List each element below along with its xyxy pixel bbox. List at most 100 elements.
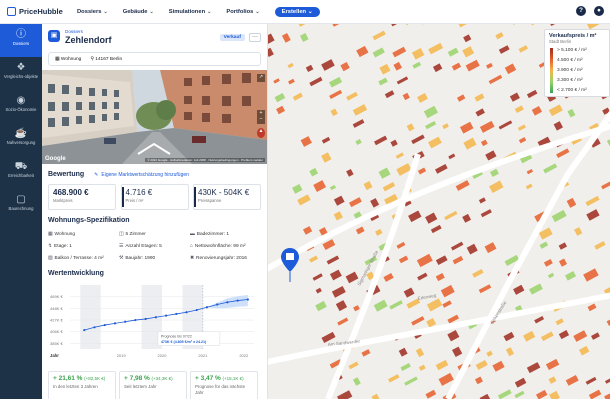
add-estimate-link[interactable]: Eigene Marktwertschätzung hinzufügen <box>101 172 189 178</box>
menu-simulationen[interactable]: Simulationen ⌄ <box>169 9 212 15</box>
property-type: Wohnung <box>60 56 82 62</box>
sidebar: ⓘ Dossiers ❖ Vergleichs-objekte ◉ Sozio-… <box>0 24 42 399</box>
map-building <box>415 347 425 358</box>
menu-dossiers[interactable]: Dossiers ⌄ <box>77 9 108 15</box>
map-building <box>411 48 425 60</box>
price-legend[interactable]: Verkaufspreis / m² Stadt Berlin > 5.100 … <box>544 29 610 97</box>
sidebar-item-soziooekonomie[interactable]: ◉ Sozio-Ökonomie <box>0 90 42 123</box>
map-view[interactable]: Sigmaringer Straße Erlenweg Birkenstraße… <box>268 24 610 399</box>
sidebar-item-erreichbarkeit[interactable]: ⛟ Erreichbarkeit <box>0 156 42 189</box>
map-building <box>566 197 577 208</box>
price-per-sqm-value: 4.716 € <box>125 188 153 197</box>
map-building <box>604 378 610 384</box>
map-building <box>479 393 491 399</box>
map-building <box>315 287 322 294</box>
zoom-controls-icon[interactable]: + – <box>257 110 265 124</box>
balcony-icon: ▧ <box>48 256 53 261</box>
map-building <box>503 331 515 342</box>
breadcrumb[interactable]: Dossiers <box>65 29 83 34</box>
photo-copyright[interactable]: © 2021 Google · Aufnahmedatum: Juli 2008… <box>145 158 265 162</box>
kpi-absolute: (+15,1K €) <box>222 376 244 381</box>
y-tick-label: 469K € <box>50 294 63 299</box>
map-building <box>531 106 543 116</box>
map-building <box>432 63 443 73</box>
map-building <box>321 152 332 163</box>
menu-label: Dossiers <box>77 8 102 15</box>
map-building <box>425 389 437 399</box>
map-building <box>328 76 343 88</box>
map-building <box>355 226 365 235</box>
map-building <box>370 198 380 208</box>
map-building <box>514 105 524 114</box>
map-building <box>543 163 558 174</box>
help-icon[interactable]: ? <box>576 6 586 16</box>
valuation-title: Bewertung <box>48 171 85 178</box>
sidebar-item-label: Erreichbarkeit <box>8 173 34 178</box>
spec-balcony: ▧ Balkon / Terrasse: 4 m² <box>48 256 119 261</box>
tooltip-title: Prognose bis 07/22 <box>161 335 192 339</box>
map-building <box>374 135 388 146</box>
map-building <box>565 374 579 386</box>
map-building <box>462 46 475 58</box>
map-building <box>488 74 503 85</box>
kpi-percentage: + 7,98 % <box>124 375 150 382</box>
map-building <box>442 300 452 308</box>
map-building <box>573 330 588 342</box>
kpi-absolute: (+82,5K €) <box>84 376 106 381</box>
expand-icon[interactable]: ↗ <box>257 74 265 82</box>
market-price-value: 468.900 € <box>53 188 89 197</box>
map-building <box>396 76 409 85</box>
more-options-button[interactable]: ··· <box>249 33 261 42</box>
map-building <box>548 24 558 26</box>
menu-label: Simulationen <box>168 8 206 15</box>
map-roads <box>268 110 610 399</box>
trend-title: Wertentwicklung <box>48 270 104 277</box>
map-building <box>505 347 515 357</box>
sidebar-item-baurechnung[interactable]: ▢ Baurechnung <box>0 189 42 222</box>
y-tick-label: 385K € <box>50 341 63 346</box>
sidebar-item-nahversorgung[interactable]: ☕ Nahversorgung <box>0 123 42 156</box>
menu-label: Gebäude <box>122 8 148 15</box>
logo[interactable]: PriceHubble <box>7 7 67 16</box>
spec-floor-count: ☰ Anzahl Etagen: 5 <box>119 244 190 249</box>
ruler-icon: ▢ <box>16 194 26 205</box>
sidebar-item-vergleichsobjekte[interactable]: ❖ Vergleichs-objekte <box>0 57 42 90</box>
map-building <box>548 104 563 117</box>
legend-item: 3.900 € / m² <box>557 68 583 73</box>
map-building <box>509 92 520 102</box>
map-building <box>309 76 323 87</box>
compass-icon[interactable]: ▲ <box>257 128 265 138</box>
map-building <box>462 213 472 223</box>
sidebar-item-label: Baurechnung <box>8 206 34 211</box>
map-building <box>497 389 512 399</box>
data-point <box>154 316 157 319</box>
spec-floor: ↯ Etage: 1 <box>48 244 119 249</box>
kpi-absolute: (+34,3K €) <box>151 376 173 381</box>
map-building <box>309 255 319 263</box>
user-avatar-icon[interactable]: ● <box>594 6 604 16</box>
value-trend-chart[interactable]: 385K € 406K € 427K € 448K € 469K € 2019 2020 20… <box>48 279 261 363</box>
trend-chart-svg: 385K € 406K € 427K € 448K € 469K € 2019 2020 20… <box>50 285 254 358</box>
status-badge[interactable]: Verkauf <box>219 34 245 41</box>
street-label: Erlenweg <box>417 293 437 301</box>
address-bar[interactable]: ▦ Wohnung ⚲ 14167 Berlin <box>48 52 261 66</box>
map-building <box>438 372 454 386</box>
menu-portfolios[interactable]: Portfolios ⌄ <box>226 9 259 15</box>
map-building <box>383 273 394 282</box>
map-building <box>329 269 342 281</box>
sidebar-item-dossiers[interactable]: ⓘ Dossiers <box>0 24 42 57</box>
street-view-photo[interactable]: Google © 2021 Google · Aufnahmedatum: Ju… <box>42 70 267 164</box>
map-building <box>480 139 488 147</box>
menu-gebaeude[interactable]: Gebäude ⌄ <box>123 9 154 15</box>
map-building <box>518 45 528 53</box>
menu-label: Portfolios <box>226 8 254 15</box>
map-building <box>353 305 360 312</box>
data-point <box>164 314 168 317</box>
legend-gradient <box>550 48 553 93</box>
create-button[interactable]: Erstellen ⌄ <box>274 6 320 17</box>
kpi-forecast: + 3,47 % (+15,1K €) Prognose für das näc… <box>190 371 258 399</box>
sidebar-item-label: Vergleichs-objekte <box>3 74 39 79</box>
map-building <box>474 93 485 102</box>
map-building <box>396 241 406 249</box>
map-building <box>336 390 353 399</box>
